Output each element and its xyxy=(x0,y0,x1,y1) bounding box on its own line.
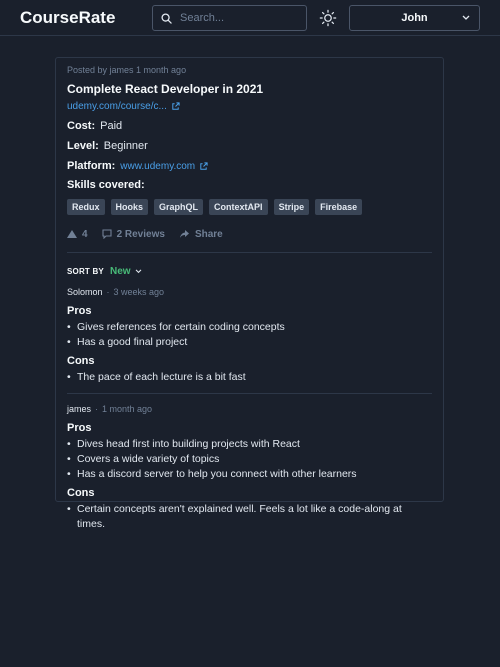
list-item: Has a discord server to help you connect… xyxy=(67,467,432,482)
platform-label: Platform: xyxy=(67,160,116,172)
course-link[interactable]: udemy.com/course/c... xyxy=(67,101,167,112)
share-arrow-icon xyxy=(179,230,189,238)
list-item: Gives references for certain coding conc… xyxy=(67,320,432,335)
list-item: Dives head first into building projects … xyxy=(67,437,432,452)
separator-dot: · xyxy=(95,403,99,414)
list-item: Has a good final project xyxy=(67,335,432,350)
list-item: Certain concepts aren't explained well. … xyxy=(67,502,432,530)
cons-title: Cons xyxy=(67,355,95,367)
upvote-count: 4 xyxy=(82,228,88,240)
list-item: The pace of each lecture is a bit fast xyxy=(67,370,432,385)
level-label: Level: xyxy=(67,140,99,152)
upvote-triangle-icon xyxy=(67,230,77,238)
cons-title: Cons xyxy=(67,487,95,499)
user-name: John xyxy=(401,12,428,24)
brand-logo[interactable]: CourseRate xyxy=(20,8,115,28)
review-time: 1 month ago xyxy=(102,403,153,414)
comment-icon xyxy=(102,229,112,239)
review-item: james · 1 month ago Pros Dives head firs… xyxy=(67,402,432,531)
share-label: Share xyxy=(194,228,223,240)
cons-list: Certain concepts aren't explained well. … xyxy=(67,502,432,530)
review-time: 3 weeks ago xyxy=(113,286,165,297)
chevron-down-icon xyxy=(462,15,470,20)
sun-icon xyxy=(319,9,337,27)
upvote-button[interactable]: 4 xyxy=(67,229,88,240)
course-title: Complete React Developer in 2021 xyxy=(67,82,264,96)
skill-tag[interactable]: Redux xyxy=(67,199,105,215)
skill-tag[interactable]: GraphQL xyxy=(154,199,204,215)
chevron-down-icon[interactable] xyxy=(135,268,142,274)
pros-title: Pros xyxy=(67,422,92,434)
external-link-icon[interactable] xyxy=(171,101,180,111)
review-meta: Solomon · 3 weeks ago xyxy=(67,285,432,298)
section-divider xyxy=(67,252,432,253)
external-link-icon[interactable] xyxy=(199,161,208,171)
platform-field: Platform: www.udemy.com xyxy=(67,159,432,173)
share-button[interactable]: Share xyxy=(179,229,223,240)
reviews-button[interactable]: 2 Reviews xyxy=(102,229,165,240)
skill-tag[interactable]: Hooks xyxy=(110,199,149,215)
pros-list: Dives head first into building projects … xyxy=(67,437,432,482)
skill-tag[interactable]: Stripe xyxy=(273,199,310,215)
search-icon xyxy=(161,12,172,24)
cost-field: Cost: Paid xyxy=(67,119,432,133)
skill-tag[interactable]: Firebase xyxy=(315,199,363,215)
search-input[interactable] xyxy=(180,12,300,24)
sort-label: SORT BY xyxy=(67,266,104,276)
course-post-card: Posted by james 1 month ago Complete Rea… xyxy=(55,57,444,530)
sort-control: SORT BY New xyxy=(67,264,432,278)
review-author[interactable]: james xyxy=(67,404,91,414)
platform-link[interactable]: www.udemy.com xyxy=(120,161,195,172)
pros-list: Gives references for certain coding conc… xyxy=(67,320,432,350)
cons-list: The pace of each lecture is a bit fast xyxy=(67,370,432,385)
review-item: Solomon · 3 weeks ago Pros Gives referen… xyxy=(67,285,432,394)
skill-tag[interactable]: ContextAPI xyxy=(209,199,268,215)
sort-dropdown[interactable]: New xyxy=(110,266,131,277)
review-author[interactable]: Solomon xyxy=(67,287,103,297)
top-navbar: CourseRate John xyxy=(0,0,500,36)
separator-dot: · xyxy=(106,286,110,297)
theme-toggle-button[interactable] xyxy=(318,8,338,28)
post-meta: Posted by james 1 month ago xyxy=(67,65,187,75)
level-field: Level: Beginner xyxy=(67,139,432,153)
skills-label: Skills covered: xyxy=(67,179,145,191)
reviews-count-label: 2 Reviews xyxy=(116,228,165,240)
user-menu-dropdown[interactable]: John xyxy=(349,5,480,31)
search-box[interactable] xyxy=(152,5,307,31)
cost-value: Paid xyxy=(100,120,123,132)
skill-tags: Redux Hooks GraphQL ContextAPI Stripe Fi… xyxy=(67,199,432,215)
post-actions: 4 2 Reviews Share xyxy=(67,226,432,242)
review-divider xyxy=(67,393,432,394)
list-item: Covers a wide variety of topics xyxy=(67,452,432,467)
review-meta: james · 1 month ago xyxy=(67,402,432,415)
level-value: Beginner xyxy=(103,140,148,152)
pros-title: Pros xyxy=(67,305,92,317)
course-link-row: udemy.com/course/c... xyxy=(67,99,432,113)
cost-label: Cost: xyxy=(67,120,96,132)
